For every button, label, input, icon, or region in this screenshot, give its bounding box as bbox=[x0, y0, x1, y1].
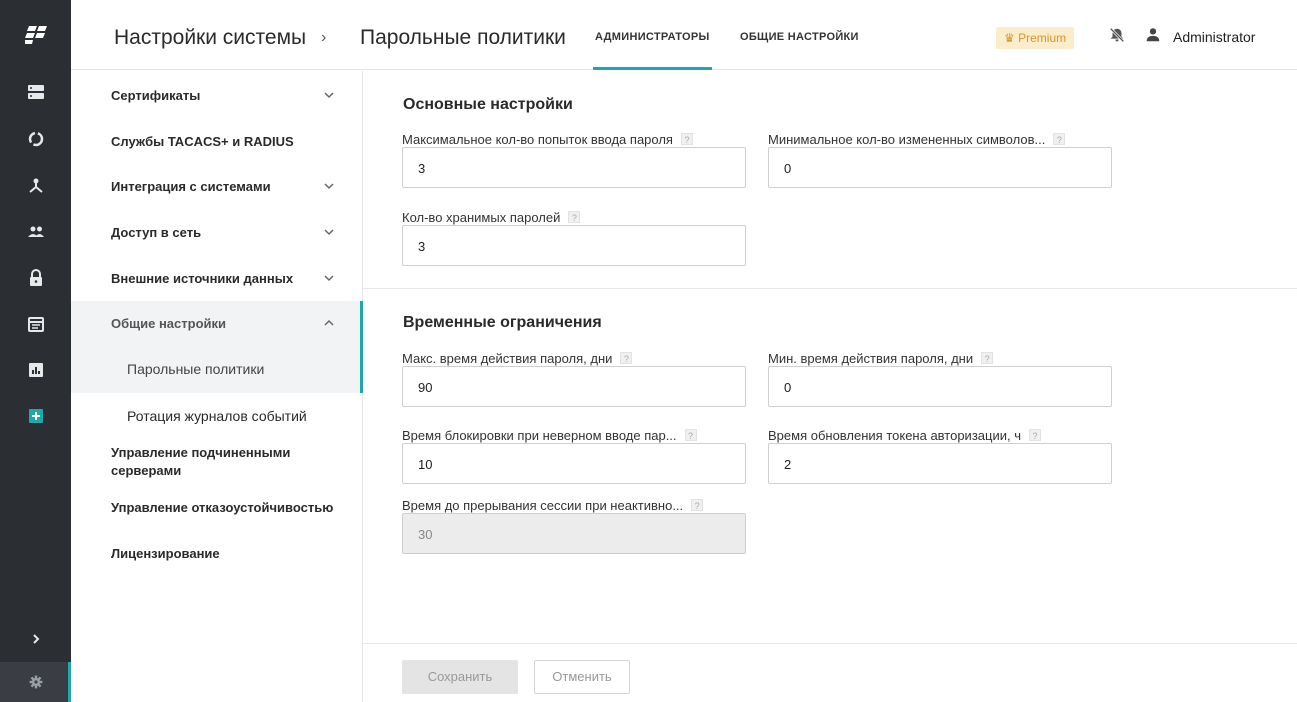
label-text: Максимальное кол-во попыток ввода пароля bbox=[402, 132, 673, 147]
field-label-min-days: Мин. время действия пароля, дни? bbox=[768, 351, 994, 366]
sidebar-item-licensing[interactable]: Лицензирование bbox=[111, 546, 220, 561]
token-field[interactable]: 2 bbox=[768, 443, 1112, 484]
field-label-min-changed: Минимальное кол-во измененных символов..… bbox=[768, 132, 1066, 147]
sidebar-item-external-sources[interactable]: Внешние источники данных bbox=[111, 271, 293, 286]
max-days-field[interactable]: 90 bbox=[402, 366, 746, 407]
chevron-down-icon[interactable] bbox=[323, 89, 335, 101]
help-icon[interactable]: ? bbox=[691, 499, 704, 511]
sidebar-item-failover[interactable]: Управление отказоустойчивостью bbox=[111, 500, 333, 515]
breadcrumb-separator: › bbox=[321, 29, 327, 46]
field-label-lockout: Время блокировки при неверном вводе пар.… bbox=[402, 428, 697, 443]
chevron-down-icon[interactable] bbox=[323, 180, 335, 192]
field-label-max-days: Макс. время действия пароля, дни? bbox=[402, 351, 633, 366]
logo-icon bbox=[24, 26, 47, 44]
help-icon[interactable]: ? bbox=[684, 429, 697, 441]
stored-passwords-field[interactable]: 3 bbox=[402, 225, 746, 266]
footer-divider bbox=[363, 643, 1297, 644]
user-name[interactable]: Administrator bbox=[1173, 29, 1255, 45]
gear-icon bbox=[29, 675, 42, 689]
active-group-background bbox=[71, 301, 363, 393]
lockout-field[interactable]: 10 bbox=[402, 443, 746, 484]
report-icon[interactable] bbox=[0, 348, 71, 392]
breadcrumb-root[interactable]: Настройки системы bbox=[114, 26, 306, 50]
label-text: Мин. время действия пароля, дни bbox=[768, 351, 974, 366]
premium-label: Premium bbox=[1018, 31, 1067, 45]
sidebar-item-general-settings[interactable]: Общие настройки bbox=[111, 316, 226, 331]
help-icon[interactable]: ? bbox=[1053, 133, 1066, 145]
crown-icon: ♛ bbox=[1004, 31, 1015, 45]
section-title-time: Временные ограничения bbox=[403, 314, 602, 331]
sidebar-item-integration[interactable]: Интеграция с системами bbox=[111, 179, 271, 194]
logo[interactable] bbox=[0, 0, 71, 70]
help-icon[interactable]: ? bbox=[981, 352, 994, 364]
servers-icon[interactable] bbox=[0, 70, 71, 114]
user-icon[interactable] bbox=[1144, 26, 1162, 44]
inactive-session-field: 30 bbox=[402, 513, 746, 554]
chevron-down-icon[interactable] bbox=[323, 272, 335, 284]
field-label-max-attempts: Максимальное кол-во попыток ввода пароля… bbox=[402, 132, 693, 147]
min-days-field[interactable]: 0 bbox=[768, 366, 1112, 407]
help-icon[interactable]: ? bbox=[680, 133, 693, 145]
save-button[interactable]: Сохранить bbox=[402, 660, 518, 694]
main-content: Основные настройки Максимальное кол-во п… bbox=[363, 71, 1297, 702]
label-text: Время обновления токена авторизации, ч bbox=[768, 428, 1021, 443]
top-header: Настройки системы › Парольные политики А… bbox=[71, 0, 1297, 70]
bell-off-icon[interactable] bbox=[1108, 26, 1126, 44]
premium-badge[interactable]: ♛ Premium bbox=[996, 27, 1075, 49]
help-icon[interactable]: ? bbox=[1028, 429, 1041, 441]
field-label-stored-passwords: Кол-во хранимых паролей? bbox=[402, 210, 581, 225]
label-text: Время блокировки при неверном вводе пар.… bbox=[402, 428, 677, 443]
chevron-right-icon[interactable] bbox=[0, 617, 71, 661]
app-rail bbox=[0, 0, 71, 702]
tab-general-settings[interactable]: ОБЩИЕ НАСТРОЙКИ bbox=[740, 31, 859, 43]
sidebar-item-network-access[interactable]: Доступ в сеть bbox=[111, 225, 201, 240]
chevron-up-icon[interactable] bbox=[323, 317, 335, 329]
users-icon[interactable] bbox=[0, 210, 71, 254]
label-text: Кол-во хранимых паролей bbox=[402, 210, 561, 225]
label-text: Макс. время действия пароля, дни bbox=[402, 351, 613, 366]
max-attempts-field[interactable]: 3 bbox=[402, 147, 746, 188]
sidebar-item-certificates[interactable]: Сертификаты bbox=[111, 88, 200, 103]
chevron-down-icon[interactable] bbox=[323, 226, 335, 238]
network-icon[interactable] bbox=[0, 164, 71, 208]
tab-administrators[interactable]: АДМИНИСТРАТОРЫ bbox=[593, 31, 712, 70]
lock-icon[interactable] bbox=[0, 256, 71, 300]
circle-icon[interactable] bbox=[0, 117, 71, 161]
label-text: Время до прерывания сессии при неактивно… bbox=[402, 498, 684, 513]
settings-sidebar: Сертификаты Службы TACACS+ и RADIUS Инте… bbox=[71, 71, 363, 702]
page-title: Парольные политики bbox=[360, 26, 566, 49]
cancel-button[interactable]: Отменить bbox=[534, 660, 630, 694]
add-icon[interactable] bbox=[0, 394, 71, 438]
section-divider bbox=[363, 288, 1297, 289]
label-text: Минимальное кол-во измененных символов..… bbox=[768, 132, 1046, 147]
sidebar-item-slave-servers[interactable]: Управление подчиненными серверами bbox=[111, 444, 331, 480]
calendar-icon[interactable] bbox=[0, 302, 71, 346]
sidebar-subitem-log-rotation[interactable]: Ротация журналов событий bbox=[127, 408, 307, 424]
help-icon[interactable]: ? bbox=[620, 352, 633, 364]
field-label-token: Время обновления токена авторизации, ч? bbox=[768, 428, 1041, 443]
settings-button[interactable] bbox=[0, 662, 71, 702]
sidebar-item-tacacs-radius[interactable]: Службы TACACS+ и RADIUS bbox=[111, 134, 294, 149]
help-icon[interactable]: ? bbox=[568, 211, 581, 223]
section-title-basic: Основные настройки bbox=[403, 96, 573, 113]
field-label-inactive: Время до прерывания сессии при неактивно… bbox=[402, 498, 704, 513]
sidebar-subitem-password-policies[interactable]: Парольные политики bbox=[127, 361, 264, 377]
min-changed-field[interactable]: 0 bbox=[768, 147, 1112, 188]
